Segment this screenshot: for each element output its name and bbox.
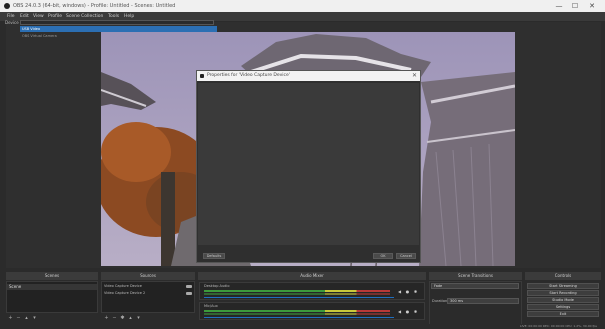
- visibility-icon[interactable]: [186, 292, 192, 295]
- gear-icon[interactable]: ✱: [413, 289, 418, 294]
- volume-slider[interactable]: [204, 317, 394, 318]
- window-titlebar: OBS 24.0.3 (64-bit, windows) - Profile: …: [0, 0, 605, 12]
- source-item[interactable]: Video Capture Device 2: [104, 291, 145, 295]
- scene-item[interactable]: Scene: [7, 284, 97, 290]
- speaker-icon[interactable]: ◀: [397, 309, 402, 314]
- device-label: Device: [5, 20, 19, 25]
- scenes-dock-title: Scenes: [6, 272, 98, 280]
- mute-icon[interactable]: ●: [405, 309, 410, 314]
- mute-icon[interactable]: ●: [405, 289, 410, 294]
- dialog-body: [198, 83, 419, 245]
- source-item[interactable]: Video Capture Device: [104, 284, 142, 288]
- device-option[interactable]: OBS Virtual Camera: [22, 34, 57, 38]
- studio-mode-button[interactable]: Studio Mode: [527, 297, 599, 303]
- start-recording-button[interactable]: Start Recording: [527, 290, 599, 296]
- settings-button[interactable]: Settings: [527, 304, 599, 310]
- maximize-button[interactable]: ☐: [568, 0, 582, 12]
- ok-button[interactable]: OK: [373, 253, 393, 259]
- dialog-title: Properties for 'Video Capture Device': [207, 73, 291, 78]
- defaults-button[interactable]: Defaults: [203, 253, 225, 259]
- track-name: Mic/Aux: [204, 304, 218, 308]
- gear-icon[interactable]: ✱: [120, 316, 125, 321]
- duration-label: Duration: [432, 299, 448, 303]
- status-bar: LIVE: 00:00:00 REC: 00:00:00 CPU: 1.2%, …: [0, 324, 605, 329]
- sources-dock-title: Sources: [101, 272, 195, 280]
- window-title: OBS 24.0.3 (64-bit, windows) - Profile: …: [13, 3, 176, 9]
- up-icon[interactable]: ▴: [128, 316, 133, 321]
- transition-select[interactable]: Fade: [431, 283, 519, 289]
- mixer-track-mic: Mic/Aux ◀ ● ✱: [199, 302, 425, 320]
- minimize-button[interactable]: —: [552, 0, 566, 12]
- down-icon[interactable]: ▾: [136, 316, 141, 321]
- add-icon[interactable]: +: [8, 316, 13, 321]
- controls-dock-title: Controls: [525, 272, 601, 280]
- volume-meter: [204, 313, 390, 315]
- volume-slider[interactable]: [204, 297, 394, 298]
- remove-icon[interactable]: −: [112, 316, 117, 321]
- volume-meter: [204, 293, 390, 295]
- speaker-icon[interactable]: ◀: [397, 289, 402, 294]
- dialog-titlebar: Properties for 'Video Capture Device' ✕: [197, 71, 420, 81]
- obs-logo-icon: [4, 3, 10, 9]
- mixer-track-desktop: Desktop Audio ◀ ● ✱: [199, 282, 425, 300]
- visibility-icon[interactable]: [186, 285, 192, 288]
- cancel-button[interactable]: Cancel: [396, 253, 416, 259]
- close-window-button[interactable]: ✕: [585, 0, 599, 12]
- track-name: Desktop Audio: [204, 284, 230, 288]
- add-icon[interactable]: +: [104, 316, 109, 321]
- volume-meter: [204, 290, 390, 292]
- volume-meter: [204, 310, 390, 312]
- status-text: LIVE: 00:00:00 REC: 00:00:00 CPU: 1.2%, …: [519, 324, 597, 328]
- obs-logo-icon: [200, 74, 204, 78]
- properties-dialog: Properties for 'Video Capture Device' ✕: [196, 70, 421, 263]
- down-icon[interactable]: ▾: [32, 316, 37, 321]
- transitions-dock-title: Scene Transitions: [429, 272, 522, 280]
- duration-input[interactable]: 300 ms: [447, 298, 519, 304]
- gear-icon[interactable]: ✱: [413, 309, 418, 314]
- up-icon[interactable]: ▴: [24, 316, 29, 321]
- remove-icon[interactable]: −: [16, 316, 21, 321]
- close-icon[interactable]: ✕: [412, 71, 417, 81]
- start-streaming-button[interactable]: Start Streaming: [527, 283, 599, 289]
- device-option-selected[interactable]: USB Video: [20, 26, 217, 32]
- mixer-dock-title: Audio Mixer: [198, 272, 426, 280]
- device-select[interactable]: [20, 20, 214, 25]
- exit-button[interactable]: Exit: [527, 311, 599, 317]
